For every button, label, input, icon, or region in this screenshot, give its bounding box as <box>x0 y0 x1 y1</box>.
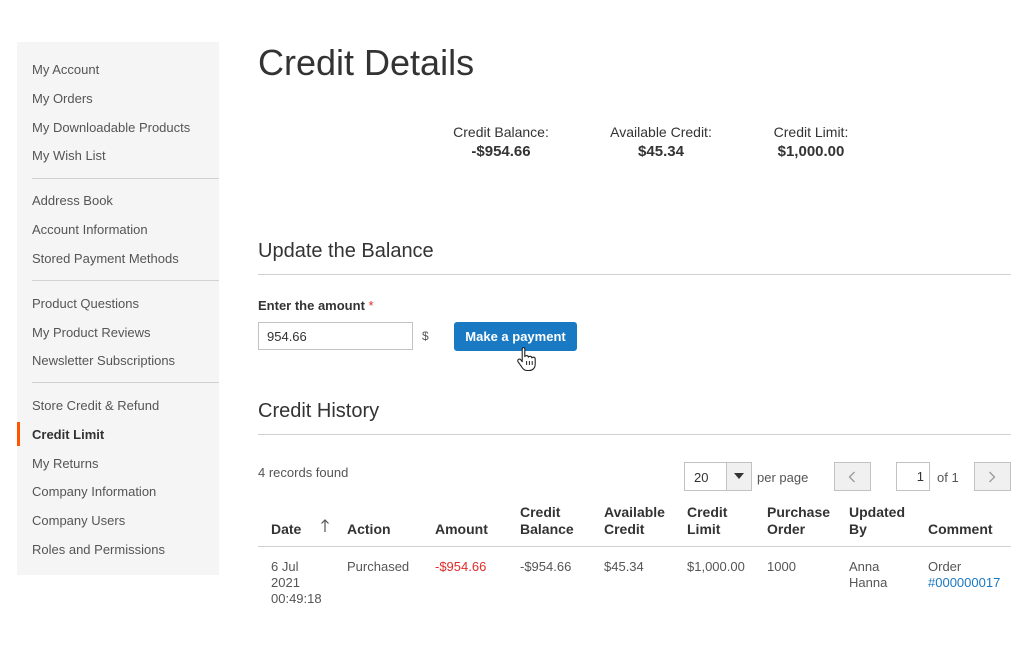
header-line: Updated <box>849 504 905 520</box>
currency-symbol: $ <box>422 329 429 343</box>
cell-amount: -$954.66 <box>435 559 487 574</box>
credit-limit-label: Credit Limit: <box>773 124 849 140</box>
sidebar-divider <box>32 280 219 281</box>
cell-date: 6 Jul 2021 00:49:18 <box>271 559 322 607</box>
chevron-right-icon <box>989 471 996 483</box>
sidebar-item-product-questions[interactable]: Product Questions <box>32 296 139 312</box>
cell-purchase-order: 1000 <box>767 559 796 574</box>
credit-balance-value: -$954.66 <box>471 143 531 160</box>
header-line: Limit <box>687 521 721 537</box>
sidebar-item-wish-list[interactable]: My Wish List <box>32 148 106 164</box>
column-header-date[interactable]: Date <box>271 521 301 538</box>
updated-by-first: Anna <box>849 559 880 574</box>
sidebar-divider <box>32 382 219 383</box>
page-title: Credit Details <box>258 42 475 83</box>
account-sidebar: My Account My Orders My Downloadable Pro… <box>17 42 219 575</box>
required-mark: * <box>368 298 374 313</box>
sidebar-item-newsletter-subscriptions[interactable]: Newsletter Subscriptions <box>32 353 175 369</box>
available-credit-value: $45.34 <box>638 143 684 160</box>
per-page-select[interactable]: 20 <box>684 462 752 491</box>
sidebar-divider <box>32 178 219 179</box>
comment-prefix: Order <box>928 559 962 574</box>
date-year: 2021 <box>271 575 300 590</box>
cell-updated-by: Anna Hanna <box>849 559 887 591</box>
sidebar-item-stored-payment-methods[interactable]: Stored Payment Methods <box>32 251 179 267</box>
header-line: Balance <box>520 521 574 537</box>
sidebar-item-address-book[interactable]: Address Book <box>32 193 113 209</box>
header-line: Purchase <box>767 504 831 520</box>
column-header-credit-balance: Credit Balance <box>520 504 574 538</box>
sidebar-item-roles-permissions[interactable]: Roles and Permissions <box>32 542 165 558</box>
page-number-input[interactable] <box>896 462 930 491</box>
date-day: 6 Jul <box>271 559 299 574</box>
amount-label-text: Enter the amount <box>258 298 365 313</box>
sidebar-item-my-orders[interactable]: My Orders <box>32 91 93 107</box>
active-item-indicator <box>17 422 20 446</box>
cell-credit-limit: $1,000.00 <box>687 559 745 574</box>
available-credit-label: Available Credit: <box>610 124 712 140</box>
updated-by-last: Hanna <box>849 575 888 590</box>
dropdown-toggle[interactable] <box>726 463 751 490</box>
page-total: of 1 <box>937 470 959 485</box>
sidebar-item-account-information[interactable]: Account Information <box>32 222 148 238</box>
hand-cursor-icon <box>517 346 536 372</box>
sidebar-item-my-returns[interactable]: My Returns <box>32 456 98 472</box>
per-page-value: 20 <box>694 470 709 485</box>
header-line: Credit <box>520 504 561 520</box>
column-header-comment: Comment <box>928 521 993 537</box>
cell-available-credit: $45.34 <box>604 559 644 574</box>
table-header-divider <box>258 546 1011 547</box>
cell-credit-balance: -$954.66 <box>520 559 572 574</box>
sidebar-item-product-reviews[interactable]: My Product Reviews <box>32 325 150 341</box>
credit-balance-summary: Credit Balance: -$954.66 <box>444 123 558 163</box>
chevron-left-icon <box>848 471 855 483</box>
column-header-purchase-order: Purchase Order <box>767 504 830 538</box>
records-found: 4 records found <box>258 465 349 480</box>
credit-limit-value: $1,000.00 <box>777 143 845 160</box>
sidebar-item-company-information[interactable]: Company Information <box>32 484 156 500</box>
date-time: 00:49:18 <box>271 591 322 606</box>
header-line: Credit <box>687 504 728 520</box>
sidebar-item-company-users[interactable]: Company Users <box>32 513 125 529</box>
header-line: Order <box>767 521 806 537</box>
header-line: Credit <box>604 521 645 537</box>
header-line: By <box>849 521 867 537</box>
sidebar-item-credit-limit[interactable]: Credit Limit <box>32 427 104 443</box>
column-header-credit-limit: Credit Limit <box>687 504 727 538</box>
sidebar-item-downloadable-products[interactable]: My Downloadable Products <box>32 120 190 136</box>
credit-history-title: Credit History <box>258 400 380 422</box>
previous-page-button[interactable] <box>834 462 871 491</box>
credit-balance-label: Credit Balance: <box>453 124 549 140</box>
section-divider <box>258 434 1011 435</box>
header-line: Available <box>604 504 665 520</box>
next-page-button[interactable] <box>974 462 1011 491</box>
column-header-available-credit: Available Credit <box>604 504 665 538</box>
order-link[interactable]: #000000017 <box>928 575 1000 590</box>
column-header-action: Action <box>347 521 391 537</box>
sort-ascending-icon[interactable] <box>320 519 330 533</box>
column-header-updated-by: Updated By <box>849 504 905 538</box>
update-balance-title: Update the Balance <box>258 240 434 262</box>
amount-input[interactable] <box>258 322 413 350</box>
sidebar-item-store-credit-refund[interactable]: Store Credit & Refund <box>32 398 159 414</box>
column-header-amount: Amount <box>435 521 488 537</box>
cell-comment: Order #000000017 <box>928 559 1000 591</box>
amount-label: Enter the amount * <box>258 298 374 313</box>
caret-down-icon <box>734 473 744 479</box>
credit-limit-summary: Credit Limit: $1,000.00 <box>764 123 858 163</box>
cell-action: Purchased <box>347 559 410 574</box>
available-credit-summary: Available Credit: $45.34 <box>603 123 719 163</box>
section-divider <box>258 274 1011 275</box>
sidebar-item-my-account[interactable]: My Account <box>32 62 99 78</box>
per-page-label: per page <box>757 470 809 485</box>
